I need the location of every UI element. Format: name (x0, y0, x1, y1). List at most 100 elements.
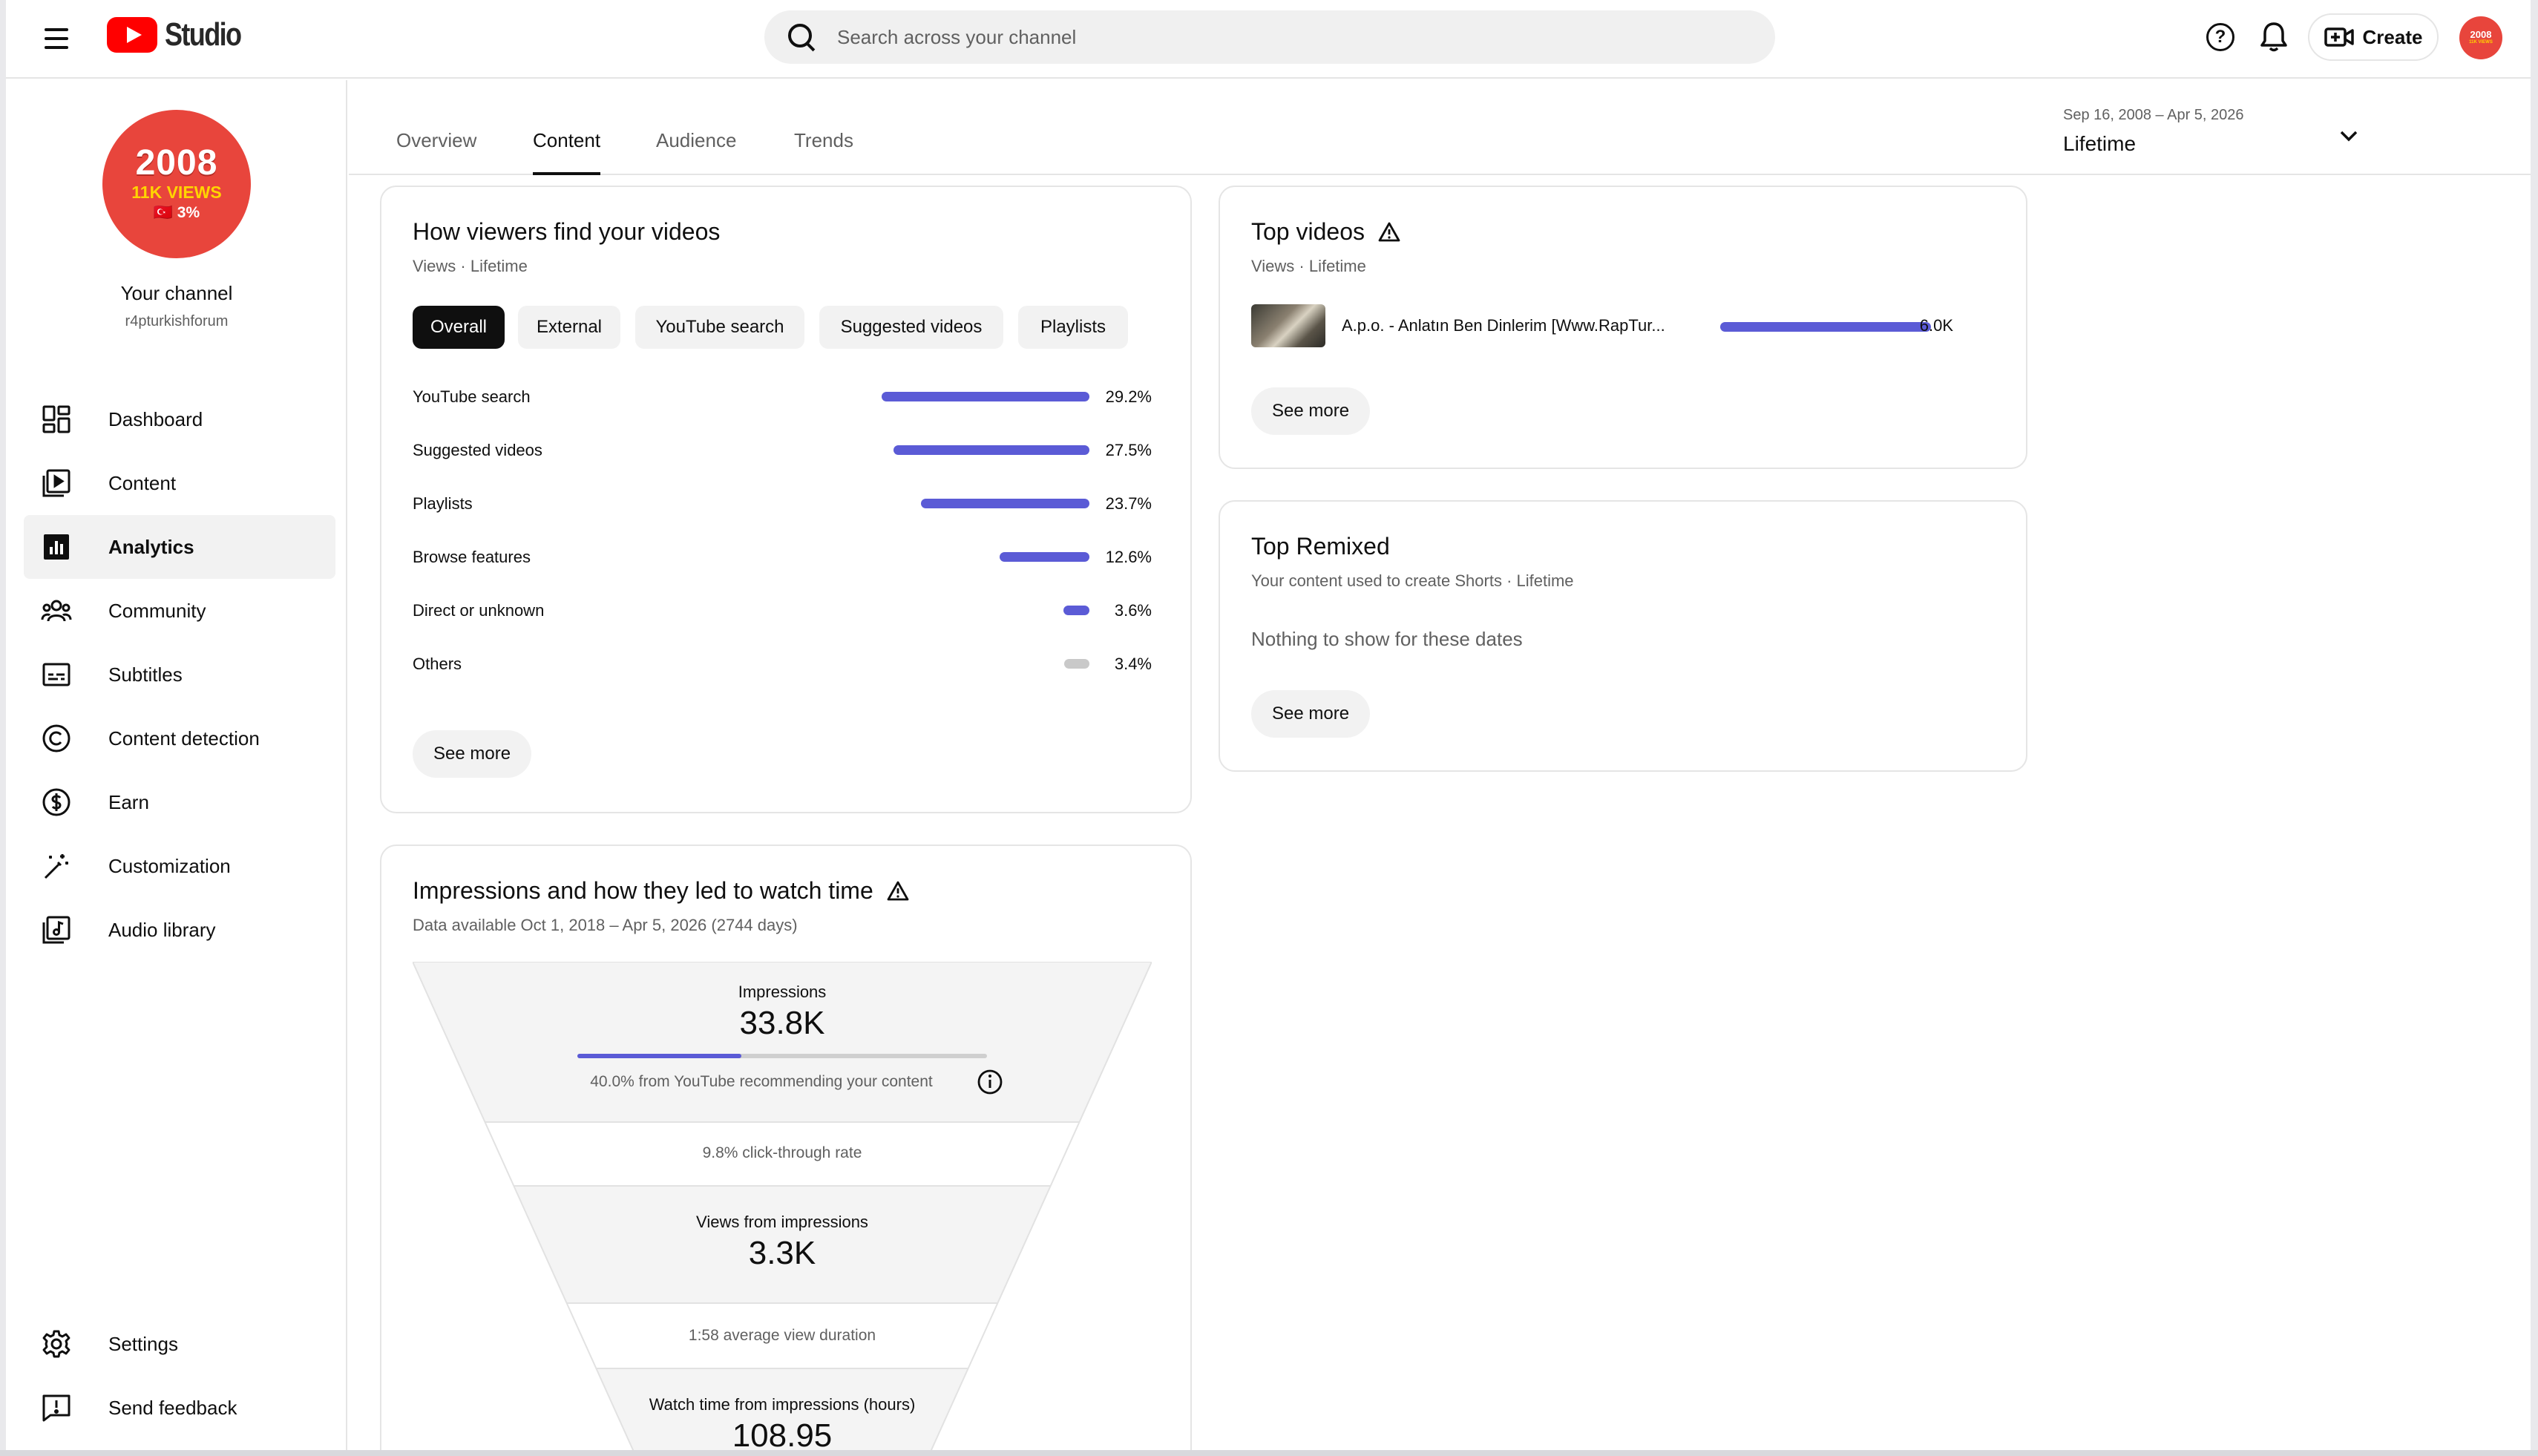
impressions-label: Impressions (738, 983, 827, 1001)
sidebar-item-settings[interactable]: Settings (24, 1312, 335, 1376)
traffic-source-bar (893, 445, 1089, 455)
studio-logo[interactable]: Studio (107, 16, 258, 53)
top-header: Studio ? Create 2008 11K VIEWS (6, 0, 2531, 79)
recommend-bar-fill (577, 1054, 741, 1058)
impressions-funnel: Impressions 33.8K 40.0% from YouTube rec… (413, 962, 1152, 1450)
watch-time-value: 108.95 (732, 1417, 833, 1450)
tab-content[interactable]: Content (533, 129, 601, 175)
traffic-source-value: 27.5% (1105, 441, 1152, 459)
youtube-play-icon (107, 17, 157, 53)
recommend-text: 40.0% from YouTube recommending your con… (590, 1073, 933, 1090)
sidebar-item-earn[interactable]: Earn (24, 770, 335, 834)
traffic-source-row[interactable]: Others 3.4% (413, 649, 1152, 678)
sidebar-item-label: Customization (108, 854, 231, 877)
chevron-down-icon (2340, 131, 2358, 142)
video-title[interactable]: A.p.o. - Anlatın Ben Dinlerim [Www.RapTu… (1342, 316, 1683, 335)
sidebar-item-label: Earn (108, 790, 149, 813)
traffic-source-label: YouTube search (413, 387, 531, 406)
empty-state-text: Nothing to show for these dates (1251, 628, 1523, 650)
top-remixed-subtitle: Your content used to create Shorts · Lif… (1251, 571, 1574, 590)
top-remixed-title: Top Remixed (1251, 533, 1390, 560)
channel-handle: r4pturkishforum (125, 313, 229, 329)
traffic-source-row[interactable]: Suggested videos 27.5% (413, 435, 1152, 465)
sidebar-item-customization[interactable]: Customization (24, 834, 335, 898)
warning-icon[interactable] (1378, 221, 1400, 243)
traffic-source-row[interactable]: Browse features 12.6% (413, 542, 1152, 571)
channel-avatar-year: 2008 (135, 143, 218, 183)
analytics-tabs: Overview Content Audience Trends Sep 16,… (349, 80, 2531, 175)
video-thumbnail[interactable] (1251, 304, 1325, 347)
traffic-source-row[interactable]: Playlists 23.7% (413, 488, 1152, 518)
help-icon[interactable]: ? (2203, 19, 2238, 55)
top-remixed-title-text: Top Remixed (1251, 533, 1390, 560)
tab-trends[interactable]: Trends (794, 129, 853, 175)
traffic-source-value: 3.4% (1114, 655, 1152, 673)
traffic-source-row[interactable]: Direct or unknown 3.6% (413, 595, 1152, 625)
top-videos-subtitle: Views · Lifetime (1251, 257, 1366, 275)
traffic-source-bar (921, 499, 1089, 508)
search-icon[interactable] (787, 22, 816, 52)
channel-avatar-pct: 🇹🇷 3% (153, 204, 200, 221)
see-more-button[interactable]: See more (1251, 690, 1371, 738)
search-bar[interactable] (764, 10, 1775, 64)
warning-icon[interactable] (887, 880, 909, 902)
account-avatar[interactable]: 2008 11K VIEWS (2459, 16, 2502, 59)
traffic-source-value: 3.6% (1114, 601, 1152, 620)
views-from-impressions-label: Views from impressions (696, 1213, 868, 1231)
create-label: Create (2362, 25, 2423, 48)
create-button[interactable]: Create (2308, 13, 2439, 61)
channel-name[interactable]: Your channel (6, 282, 347, 305)
top-videos-title: Top videos (1251, 218, 1400, 246)
top-remixed-card: Top Remixed Your content used to create … (1219, 500, 2027, 772)
views-from-impressions-value: 3.3K (748, 1235, 816, 1271)
traffic-source-label: Suggested videos (413, 441, 542, 459)
chip-external[interactable]: External (518, 306, 620, 349)
channel-avatar[interactable]: 2008 11K VIEWS 🇹🇷 3% (102, 110, 251, 258)
sidebar-item-dashboard[interactable]: Dashboard (24, 387, 335, 451)
dashboard-icon (39, 401, 74, 437)
sidebar-item-label: Content detection (108, 727, 260, 750)
analytics-icon (39, 529, 74, 565)
search-input[interactable] (837, 25, 1728, 49)
hamburger-menu-icon[interactable] (37, 19, 76, 58)
see-more-button[interactable]: See more (1251, 387, 1371, 435)
magic-wand-icon (39, 848, 74, 884)
traffic-source-bar (1063, 606, 1089, 615)
chip-youtube-search[interactable]: YouTube search (635, 306, 804, 349)
tab-audience[interactable]: Audience (656, 129, 736, 175)
sidebar-item-analytics[interactable]: Analytics (24, 515, 335, 579)
sidebar-item-label: Settings (108, 1332, 178, 1355)
info-icon[interactable] (977, 1069, 1003, 1095)
see-more-button[interactable]: See more (413, 730, 532, 778)
sidebar-item-content-detection[interactable]: Content detection (24, 706, 335, 770)
traffic-source-value: 12.6% (1105, 548, 1152, 566)
impressions-title: Impressions and how they led to watch ti… (413, 877, 909, 905)
chip-suggested-videos[interactable]: Suggested videos (819, 306, 1003, 349)
chip-playlists[interactable]: Playlists (1018, 306, 1128, 349)
audio-library-icon (39, 912, 74, 948)
sidebar-item-community[interactable]: Community (24, 579, 335, 643)
create-video-icon (2324, 27, 2354, 47)
traffic-source-label: Playlists (413, 494, 473, 513)
traffic-source-bar (882, 392, 1089, 401)
sidebar-item-send-feedback[interactable]: Send feedback (24, 1376, 335, 1440)
traffic-sources-title: How viewers find your videos (413, 218, 720, 246)
notifications-bell-icon[interactable] (2256, 19, 2292, 55)
traffic-source-label: Browse features (413, 548, 531, 566)
traffic-source-row[interactable]: YouTube search 29.2% (413, 381, 1152, 411)
feedback-icon (39, 1390, 74, 1426)
avg-view-duration-text: 1:58 average view duration (688, 1327, 876, 1344)
tab-overview[interactable]: Overview (396, 129, 476, 175)
video-views-bar (1720, 322, 1931, 332)
top-video-row[interactable]: A.p.o. - Anlatın Ben Dinlerim [Www.RapTu… (1251, 304, 1990, 349)
sidebar-item-label: Dashboard (108, 407, 203, 430)
date-range-picker[interactable]: Sep 16, 2008 – Apr 5, 2026 Lifetime (2063, 98, 2375, 165)
sidebar-item-audio-library[interactable]: Audio library (24, 898, 335, 962)
recommend-bar-track (577, 1054, 987, 1058)
logo-text: Studio (165, 16, 242, 53)
dollar-icon (39, 784, 74, 820)
chip-overall[interactable]: Overall (413, 306, 505, 349)
traffic-source-value: 23.7% (1105, 494, 1152, 513)
sidebar-item-content[interactable]: Content (24, 451, 335, 515)
sidebar-item-subtitles[interactable]: Subtitles (24, 643, 335, 706)
